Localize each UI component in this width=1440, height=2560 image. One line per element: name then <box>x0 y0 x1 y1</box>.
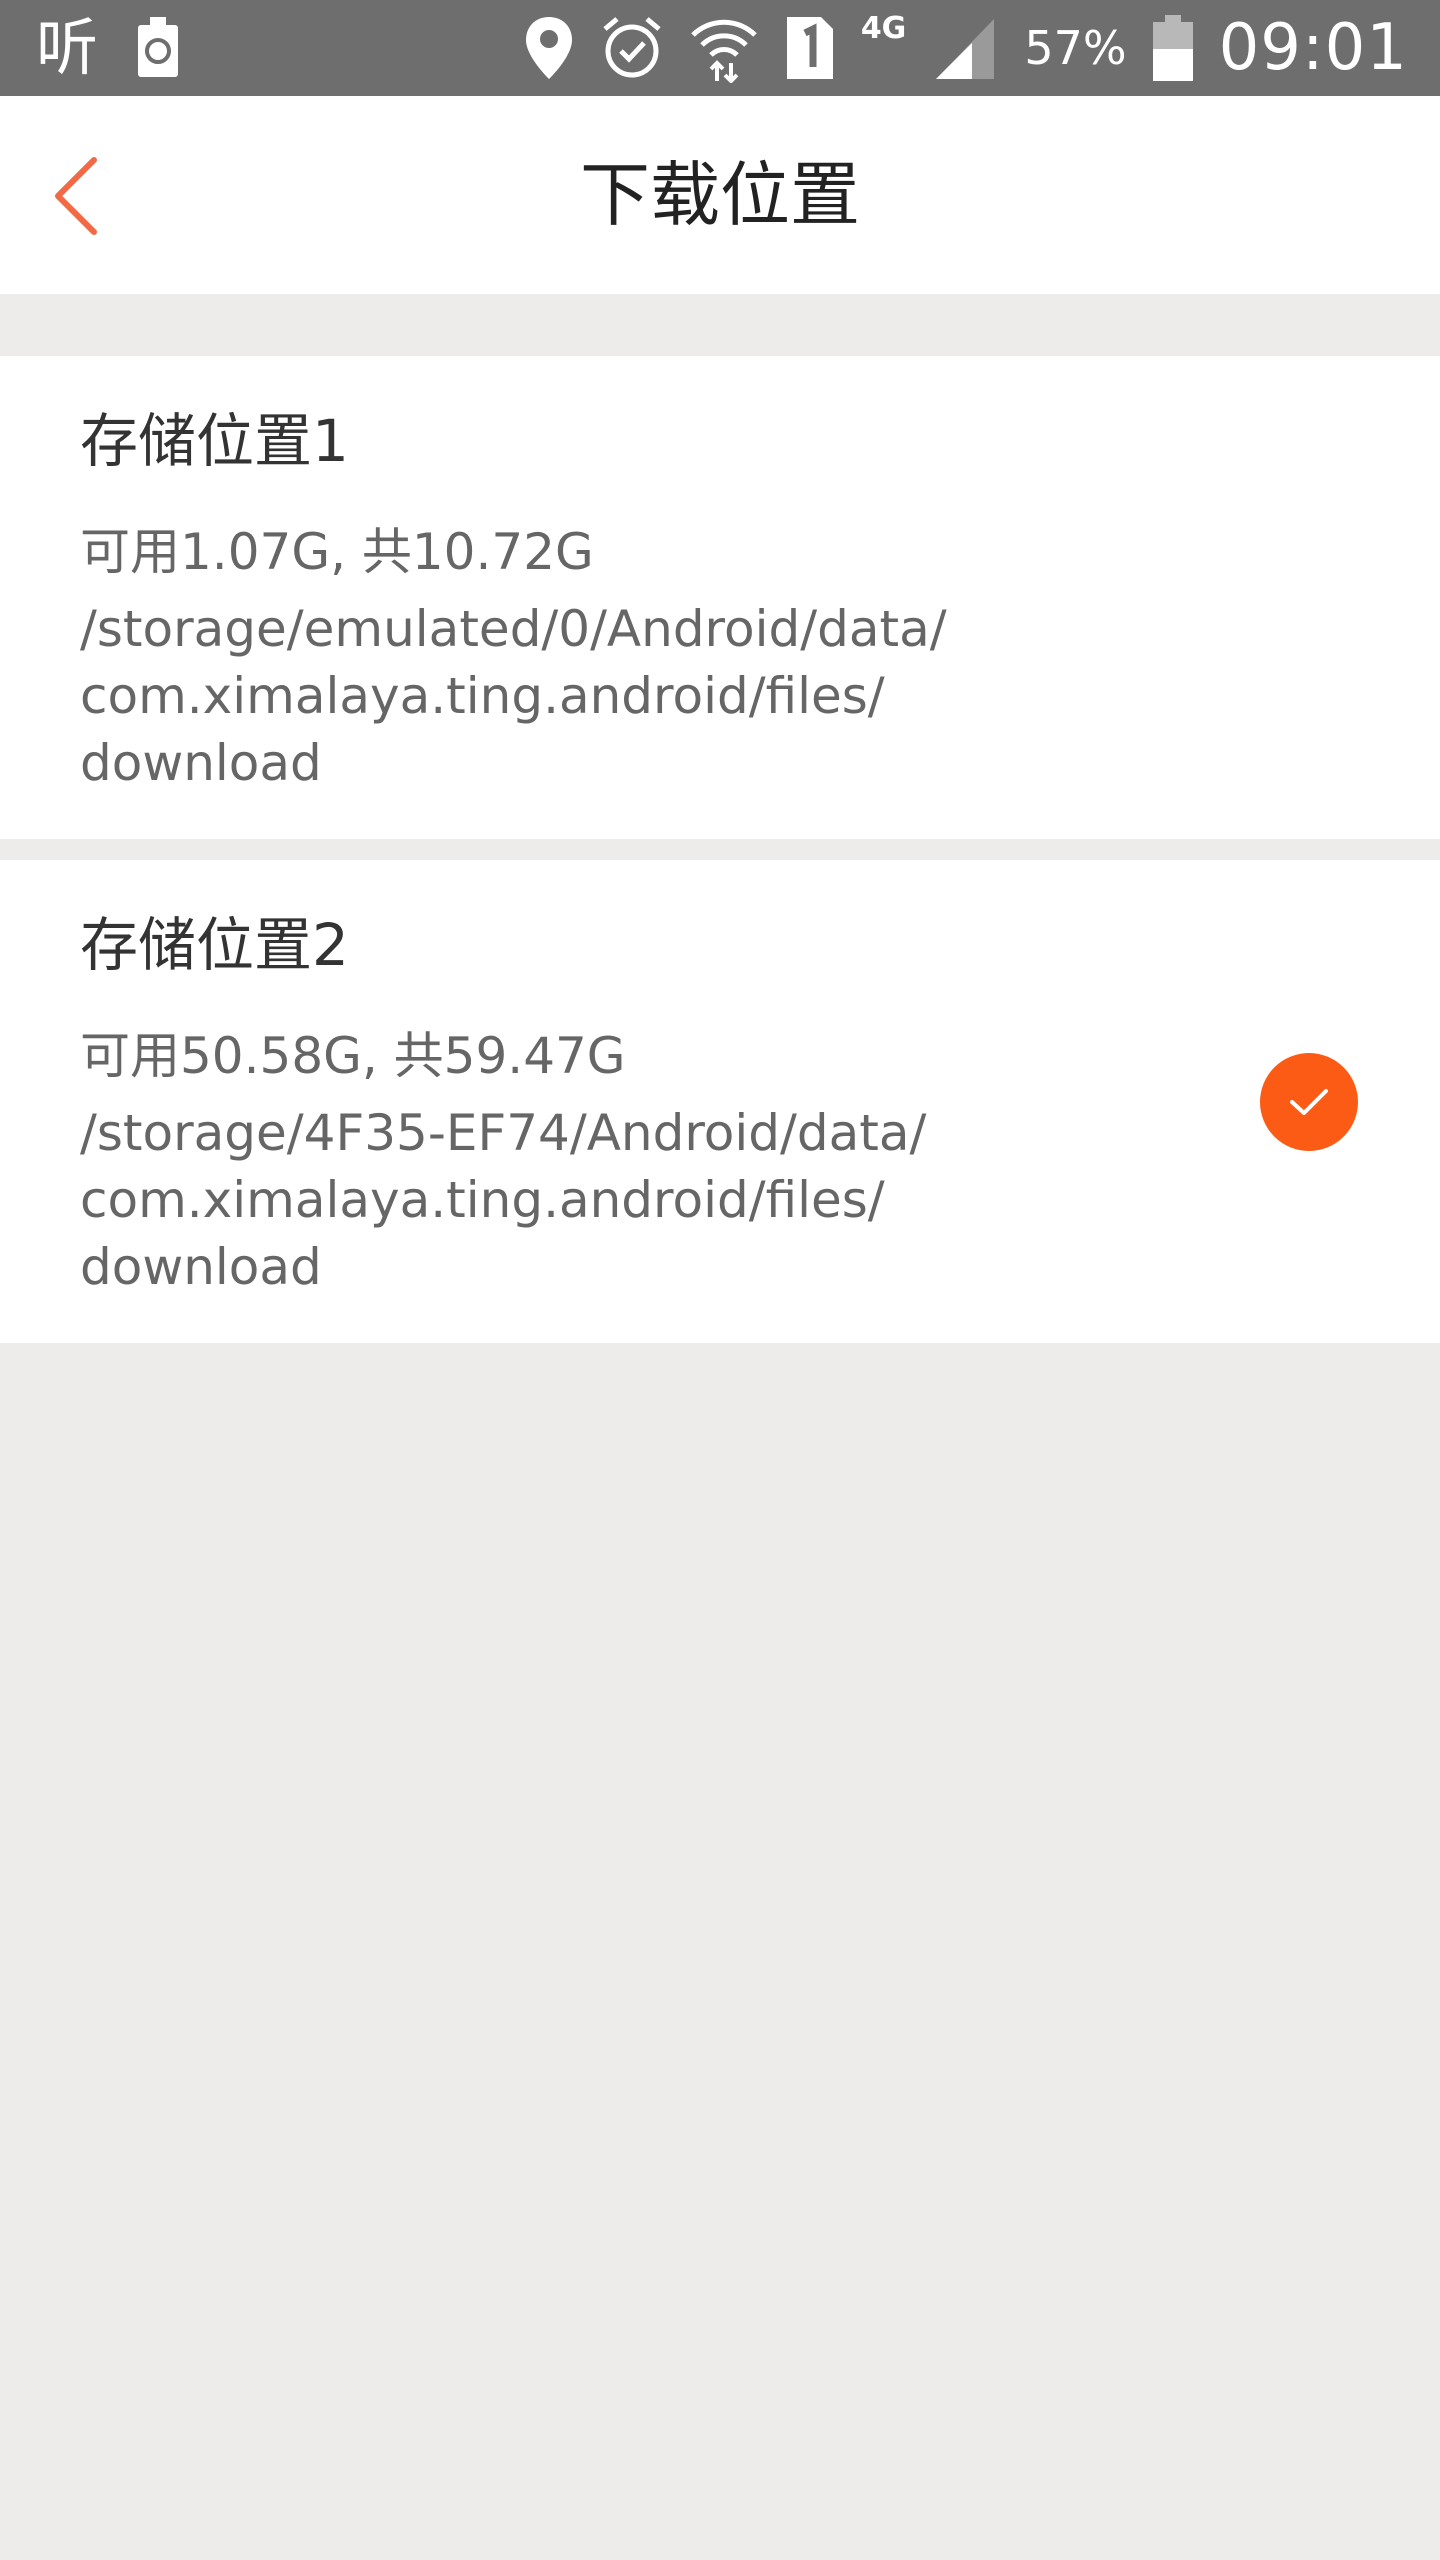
storage-location-title: 存储位置1 <box>80 407 349 475</box>
location-icon <box>525 17 572 79</box>
status-bar-right: 4G 57% 09:01 <box>523 0 1408 96</box>
selected-check-icon <box>1260 1053 1358 1151</box>
battery-percent: 57% <box>1024 21 1127 75</box>
storage-path-line: /storage/emulated/0/Android/data/ <box>80 600 947 658</box>
storage-path-line: com.ximalaya.ting.android/files/ <box>80 667 885 725</box>
network-type-label: 4G <box>860 10 907 46</box>
storage-path: /storage/emulated/0/Android/data/ com.xi… <box>80 596 1080 797</box>
storage-path-line: download <box>80 1238 322 1296</box>
storage-location-item[interactable]: 存储位置2 可用50.58G, 共59.47G /storage/4F35-EF… <box>0 860 1440 1343</box>
storage-space-info: 可用1.07G, 共10.72G <box>80 523 594 581</box>
app-notification-icon: 听 <box>36 11 99 84</box>
title-bar: 下载位置 <box>0 96 1440 294</box>
storage-space-info: 可用50.58G, 共59.47G <box>80 1027 626 1085</box>
status-bar: 听 4G 57% 09:01 <box>0 0 1440 96</box>
status-time: 09:01 <box>1218 11 1408 85</box>
storage-location-title: 存储位置2 <box>80 911 349 979</box>
battery-saver-icon <box>138 17 179 77</box>
status-bar-left: 听 <box>36 0 180 96</box>
alarm-icon <box>603 17 661 78</box>
back-arrow-icon <box>55 157 97 235</box>
storage-path-line: download <box>80 734 322 792</box>
storage-path-line: com.ximalaya.ting.android/files/ <box>80 1171 885 1229</box>
storage-location-item[interactable]: 存储位置1 可用1.07G, 共10.72G /storage/emulated… <box>0 356 1440 839</box>
page-title: 下载位置 <box>580 154 860 236</box>
sim-card-icon <box>786 17 833 79</box>
storage-path-line: /storage/4F35-EF74/Android/data/ <box>80 1104 927 1162</box>
battery-icon <box>1152 15 1193 81</box>
wifi-icon <box>691 19 757 83</box>
back-button[interactable] <box>50 146 150 246</box>
storage-path: /storage/4F35-EF74/Android/data/ com.xim… <box>80 1100 1080 1301</box>
signal-icon <box>936 19 995 79</box>
